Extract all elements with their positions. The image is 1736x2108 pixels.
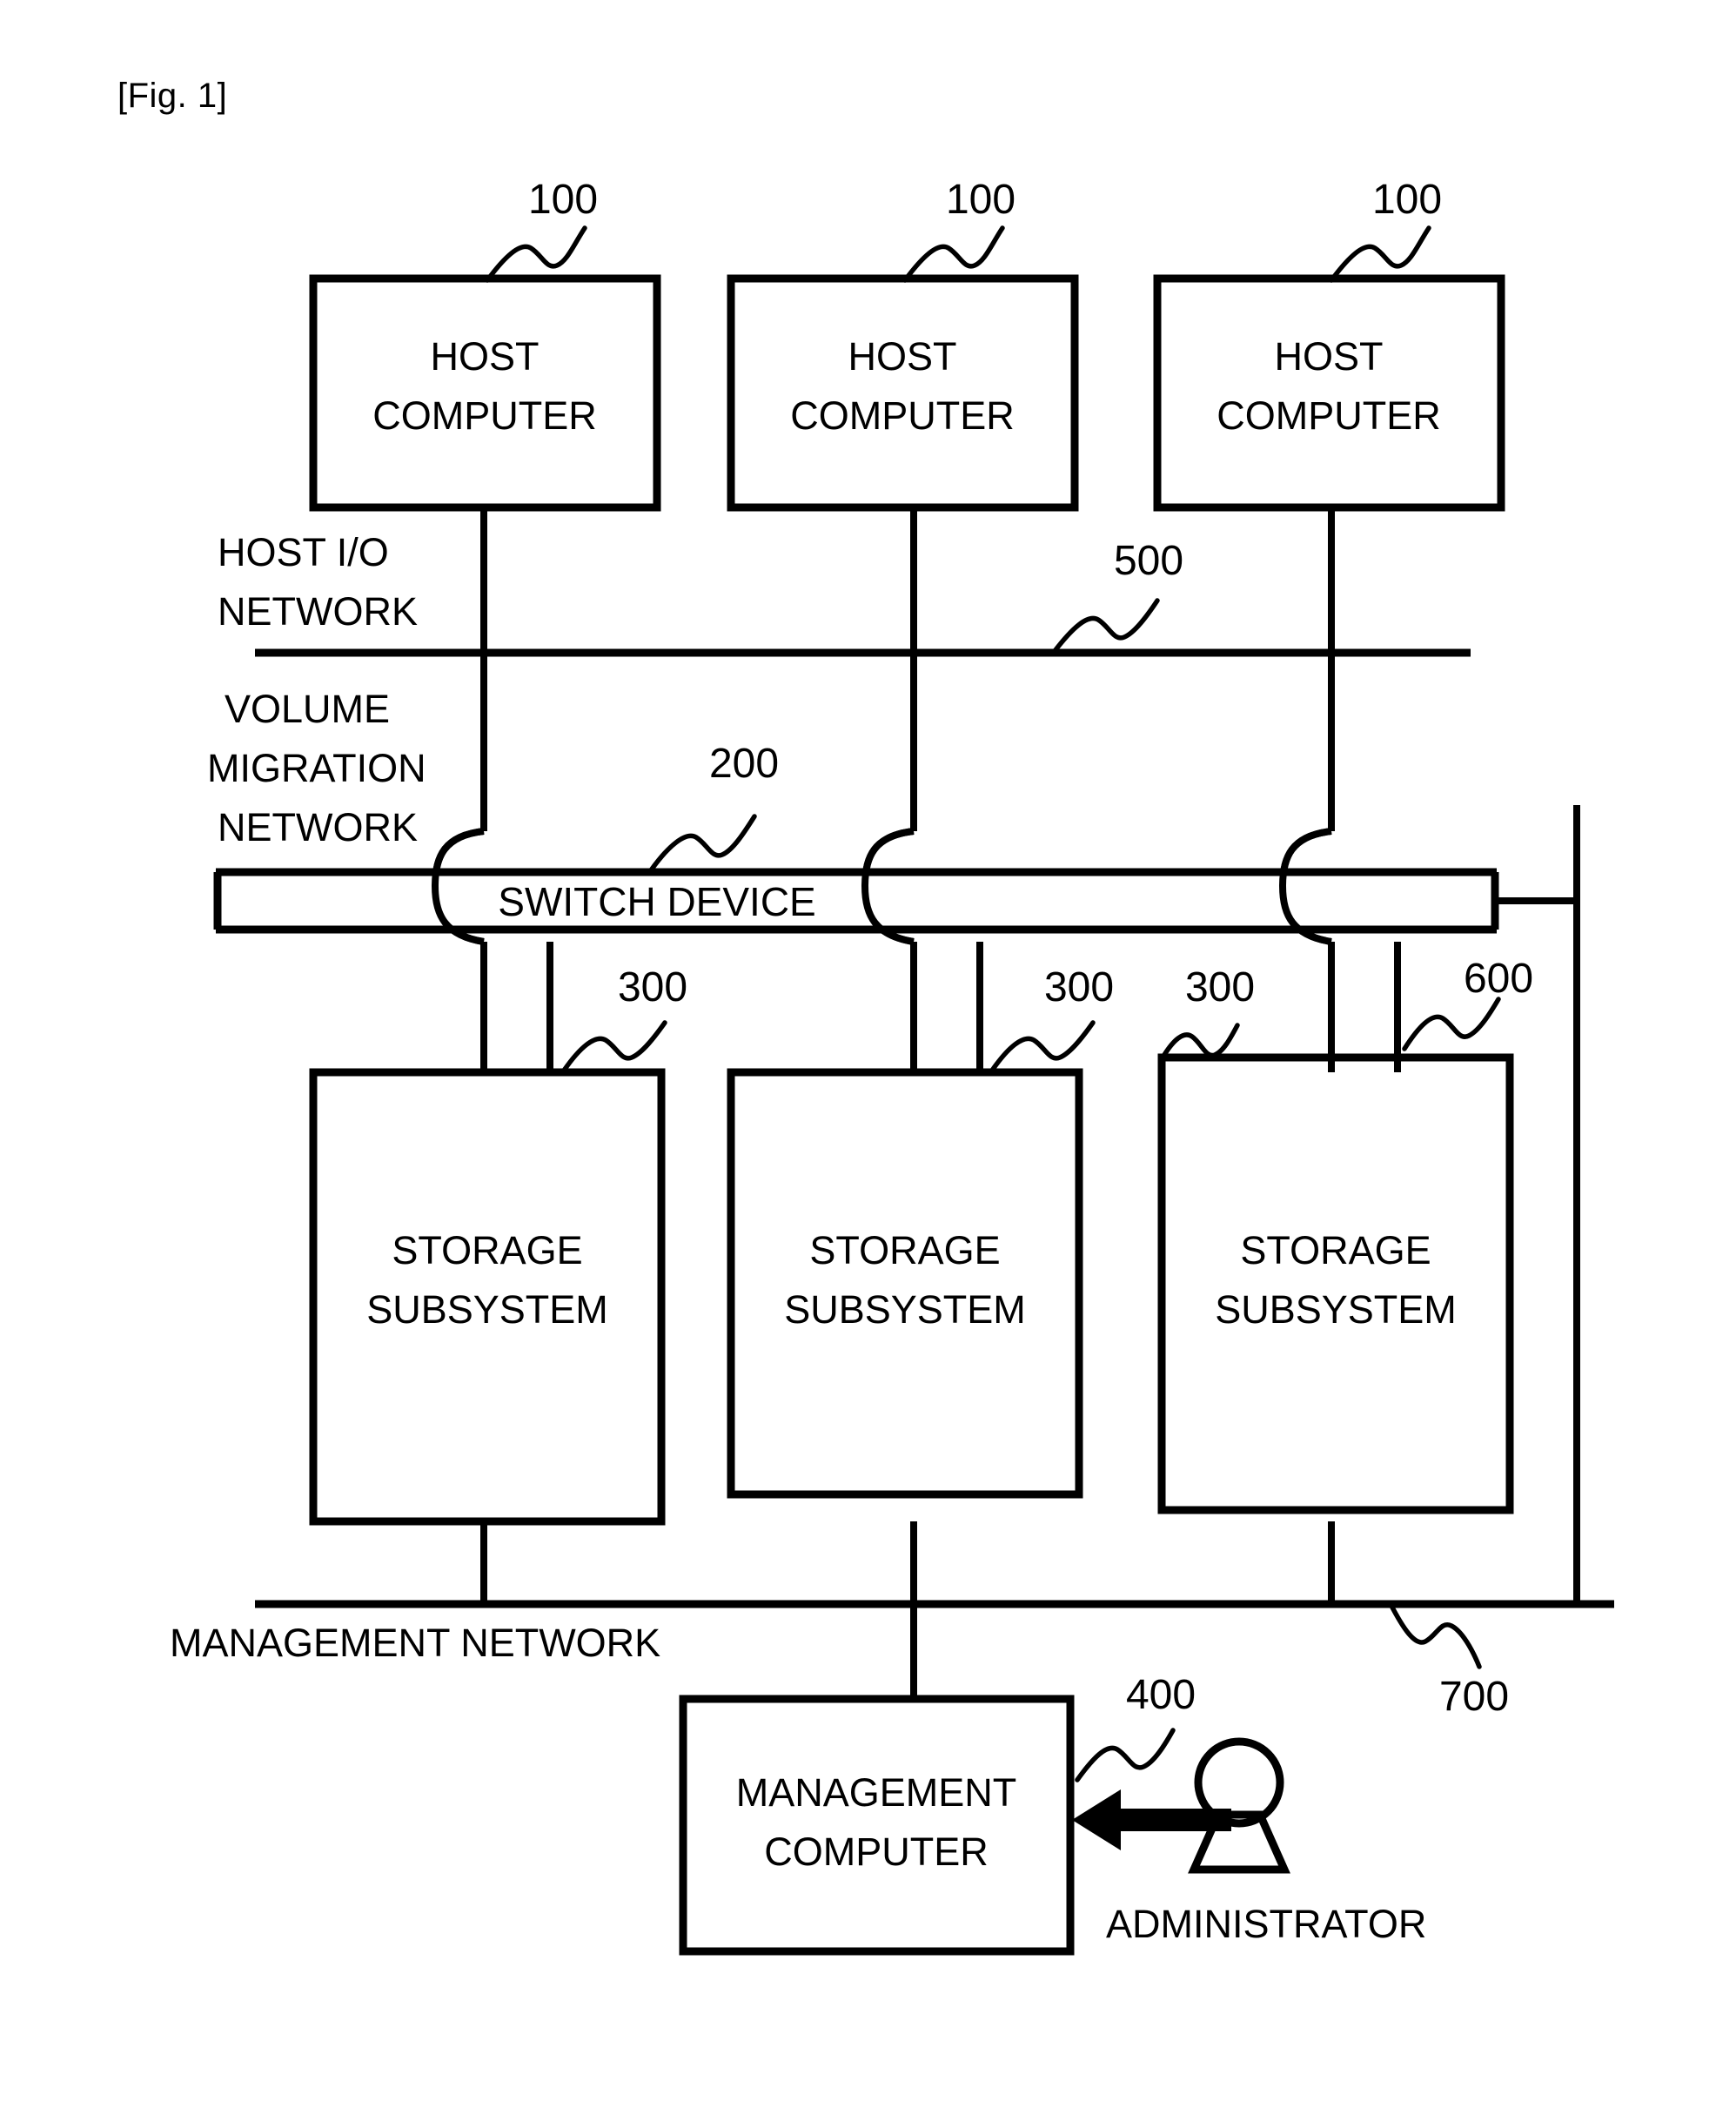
patent-figure: [Fig. 1] SWITCH DEVICE HOST COMPUTER HOS… [0,0,1736,2108]
storage-subsystem-1[interactable]: STORAGE SUBSYSTEM [309,1068,666,1526]
storage-subsystem-1-line1: STORAGE [392,1228,582,1272]
storage-subsystem-3-line1: STORAGE [1240,1228,1431,1272]
administrator-person-icon [1188,1737,1290,1874]
ref-500-host-io-network: 500 [1114,538,1183,584]
host-computer-3-line2: COMPUTER [1217,393,1441,438]
host-computer-2-line1: HOST [848,334,956,379]
host-computer-1-line1: HOST [430,334,539,379]
storage-subsystem-3-line2: SUBSYSTEM [1215,1287,1457,1332]
ref-200-switch: 200 [709,741,779,787]
host2-connection-line [861,507,917,1072]
volume-migration-label-line1: VOLUME [225,687,390,731]
ref-400-management-computer: 400 [1126,1672,1196,1718]
system-architecture-diagram: SWITCH DEVICE HOST COMPUTER HOST COMPUTE… [170,177,1614,1956]
ref-300-storage1: 300 [618,964,687,1010]
host-computer-1-line2: COMPUTER [372,393,597,438]
management-network-label: MANAGEMENT NETWORK [170,1621,660,1665]
host-computer-2[interactable]: HOST COMPUTER [727,274,1079,512]
host-io-network-label-line2: NETWORK [218,589,418,634]
host-computer-3-line1: HOST [1274,334,1383,379]
management-computer-line2: COMPUTER [764,1829,989,1874]
ref-100-host3: 100 [1372,177,1442,223]
switch-device[interactable]: SWITCH DEVICE [213,868,1499,934]
host3-connection-line [1278,507,1335,1072]
management-computer[interactable]: MANAGEMENT COMPUTER [679,1695,1075,1956]
ref-100-host1: 100 [528,177,598,223]
ref-100-host2: 100 [946,177,1015,223]
host-io-network-label-line1: HOST I/O [218,530,389,574]
storage-subsystem-2[interactable]: STORAGE SUBSYSTEM [727,1068,1083,1499]
storage-subsystem-2-line2: SUBSYSTEM [784,1287,1026,1332]
volume-migration-label-line3: NETWORK [218,805,418,849]
host1-connection-line [431,507,487,1072]
switch-device-label: SWITCH DEVICE [498,879,815,924]
host-computer-1[interactable]: HOST COMPUTER [309,274,661,512]
storage-subsystem-1-line2: SUBSYSTEM [366,1287,608,1332]
ref-300-storage3: 300 [1185,964,1255,1010]
storage-subsystem-2-line1: STORAGE [809,1228,1000,1272]
host-computer-2-line2: COMPUTER [790,393,1015,438]
ref-700-management-network: 700 [1439,1674,1509,1720]
ref-600-volume-migration-network: 600 [1464,956,1533,1002]
storage-subsystem-3[interactable]: STORAGE SUBSYSTEM [1157,1053,1514,1514]
ref-300-storage2: 300 [1044,964,1114,1010]
administrator-label: ADMINISTRATOR [1106,1902,1426,1946]
volume-migration-label-line2: MIGRATION [207,746,426,790]
host-computer-3[interactable]: HOST COMPUTER [1153,274,1505,512]
management-computer-line1: MANAGEMENT [736,1770,1017,1815]
